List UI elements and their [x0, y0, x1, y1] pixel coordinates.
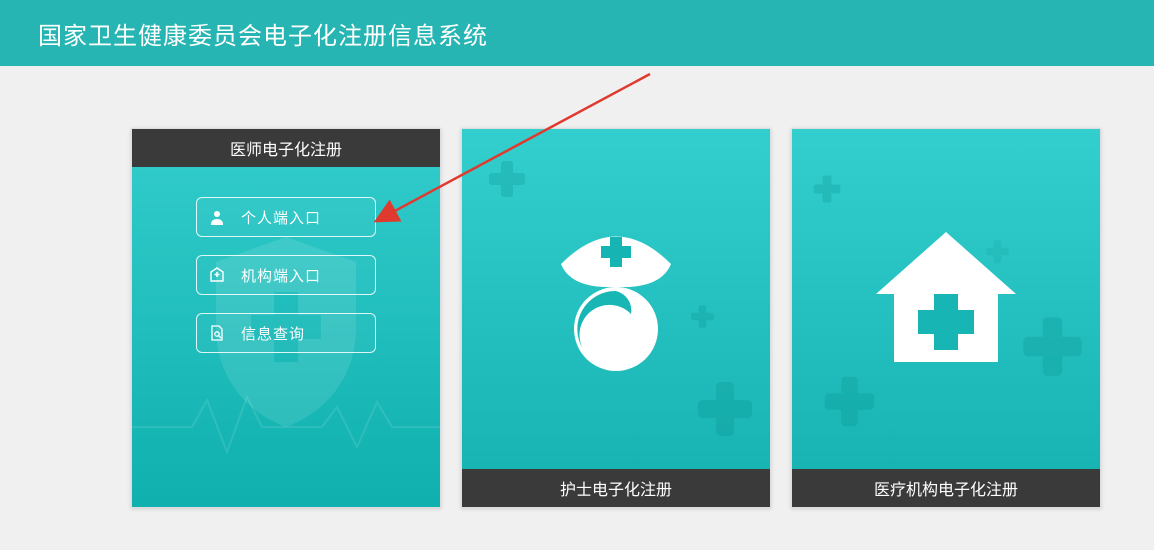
card-nurse-title: 护士电子化注册	[462, 469, 770, 507]
plus-icon	[487, 159, 527, 199]
card-doctor-body: 个人端入口 机构端入口	[132, 167, 440, 507]
plus-icon	[690, 304, 715, 329]
org-entry-button[interactable]: 机构端入口	[196, 255, 376, 295]
cards-row: 医师电子化注册 个人端入口	[131, 128, 1101, 508]
card-institution-graphic	[792, 129, 1100, 469]
page-title: 国家卫生健康委员会电子化注册信息系统	[38, 16, 488, 51]
heartbeat-icon	[132, 392, 441, 462]
plus-icon	[695, 379, 755, 439]
personal-entry-button[interactable]: 个人端入口	[196, 197, 376, 237]
card-nurse-graphic	[462, 129, 770, 469]
search-doc-icon	[197, 325, 237, 341]
person-icon	[197, 209, 237, 225]
plus-icon	[1020, 314, 1085, 379]
info-query-label: 信息查询	[237, 323, 375, 344]
info-query-button[interactable]: 信息查询	[196, 313, 376, 353]
plus-icon	[985, 239, 1010, 264]
org-entry-label: 机构端入口	[237, 265, 375, 286]
card-institution[interactable]: 医疗机构电子化注册	[791, 128, 1101, 508]
card-doctor-title: 医师电子化注册	[132, 129, 440, 167]
hospital-icon	[197, 267, 237, 283]
card-nurse[interactable]: 护士电子化注册	[461, 128, 771, 508]
personal-entry-label: 个人端入口	[237, 207, 375, 228]
nurse-icon	[541, 219, 691, 379]
card-institution-title: 医疗机构电子化注册	[792, 469, 1100, 507]
plus-icon	[812, 174, 842, 204]
plus-icon	[822, 374, 877, 429]
card-doctor: 医师电子化注册 个人端入口	[131, 128, 441, 508]
header-bar: 国家卫生健康委员会电子化注册信息系统	[0, 0, 1154, 66]
